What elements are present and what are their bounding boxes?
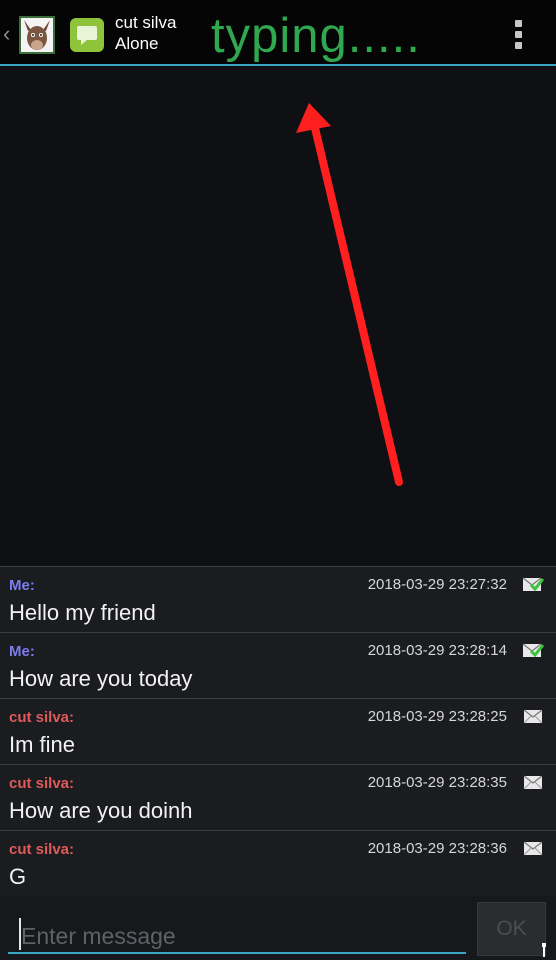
send-ok-button[interactable]: OK xyxy=(477,902,546,956)
delivered-check-envelope-icon xyxy=(522,577,544,592)
message-row[interactable]: Me: 2018-03-29 23:27:32 Hello my friend xyxy=(0,566,556,632)
message-list: Me: 2018-03-29 23:27:32 Hello my friend … xyxy=(0,566,556,896)
message-timestamp: 2018-03-29 23:28:36 xyxy=(367,840,507,857)
message-row[interactable]: Me: 2018-03-29 23:28:14 How are you toda… xyxy=(0,632,556,698)
envelope-icon xyxy=(523,709,543,724)
message-row[interactable]: cut silva: 2018-03-29 23:28:35 How are y… xyxy=(0,764,556,830)
message-composer: Enter message OK xyxy=(0,896,556,960)
message-text: Hello my friend xyxy=(9,600,156,625)
message-text: G xyxy=(9,864,27,889)
message-text: How are you doinh xyxy=(9,798,193,823)
message-sender: cut silva: xyxy=(9,709,75,726)
message-row[interactable]: cut silva: 2018-03-29 23:28:25 Im fine xyxy=(0,698,556,764)
message-timestamp: 2018-03-29 23:27:32 xyxy=(367,576,507,593)
message-sender: Me: xyxy=(9,577,35,594)
message-text: How are you today xyxy=(9,666,193,691)
message-input-placeholder: Enter message xyxy=(21,923,176,949)
message-timestamp: 2018-03-29 23:28:14 xyxy=(367,642,507,659)
envelope-icon xyxy=(523,841,543,856)
message-sender: Me: xyxy=(9,643,35,660)
envelope-icon xyxy=(523,775,543,790)
message-text: Im fine xyxy=(9,732,76,757)
message-timestamp: 2018-03-29 23:28:35 xyxy=(367,774,507,791)
message-input[interactable]: Enter message xyxy=(8,906,466,954)
delivered-check-envelope-icon xyxy=(522,643,544,658)
message-sender: cut silva: xyxy=(9,775,75,792)
message-timestamp: 2018-03-29 23:28:25 xyxy=(367,708,507,725)
message-sender: cut silva: xyxy=(9,841,75,858)
message-row[interactable]: cut silva: 2018-03-29 23:28:36 G xyxy=(0,830,556,896)
keyboard-resize-icon xyxy=(542,943,546,957)
